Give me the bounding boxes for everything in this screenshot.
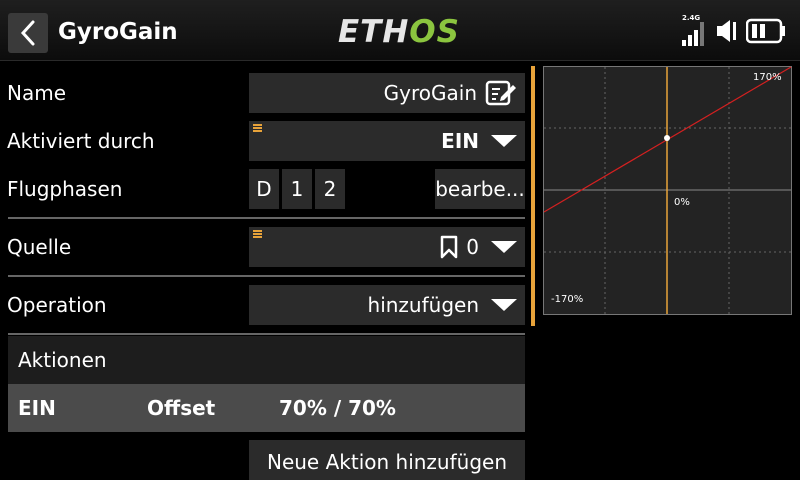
divider xyxy=(8,333,525,335)
actions-header: Aktionen xyxy=(8,336,525,384)
flight-modes-edit-button[interactable]: bearbe... xyxy=(435,169,525,209)
assigned-marker-icon xyxy=(253,124,262,132)
activated-by-dropdown[interactable]: EIN xyxy=(249,121,525,161)
curve-graph: 170% 0% -170% xyxy=(543,66,792,315)
assigned-marker-icon xyxy=(253,230,262,238)
status-area: 2.4G xyxy=(682,14,786,46)
battery-icon xyxy=(746,18,785,44)
graph-min-label: -170% xyxy=(551,294,584,305)
dropdown-arrow-icon xyxy=(491,135,517,147)
chevron-left-icon xyxy=(20,20,35,46)
curve-graph-svg xyxy=(543,66,792,315)
ethos-logo: ETHOS xyxy=(338,14,460,50)
signal-band-label: 2.4G xyxy=(682,14,701,22)
dropdown-arrow-icon xyxy=(491,241,517,253)
activated-by-label: Aktiviert durch xyxy=(7,129,155,153)
flight-mode-1[interactable]: 1 xyxy=(282,169,312,209)
flight-mode-2[interactable]: 2 xyxy=(315,169,345,209)
panel-divider xyxy=(531,66,535,326)
bookmark-icon xyxy=(441,235,458,259)
activated-by-value: EIN xyxy=(441,129,479,153)
graph-max-label: 170% xyxy=(753,72,782,83)
name-value: GyroGain xyxy=(383,81,477,105)
back-button[interactable] xyxy=(8,13,48,53)
page-title: GyroGain xyxy=(58,19,178,45)
source-value: 0 xyxy=(466,235,479,259)
divider xyxy=(8,217,525,219)
header-bar: GyroGain ETHOS 2.4G xyxy=(0,0,800,61)
graph-zero-label: 0% xyxy=(674,197,690,208)
divider xyxy=(8,275,525,277)
operation-dropdown[interactable]: hinzufügen xyxy=(249,285,525,325)
graph-cursor-point xyxy=(664,135,670,141)
operation-value: hinzufügen xyxy=(367,293,479,317)
action-trigger: EIN xyxy=(18,396,56,420)
operation-label: Operation xyxy=(7,293,107,317)
edit-icon xyxy=(485,80,516,106)
signal-strength-icon: 2.4G xyxy=(682,14,710,46)
source-dropdown[interactable]: 0 xyxy=(249,227,525,267)
action-row[interactable]: EIN Offset 70% / 70% xyxy=(8,384,525,432)
speaker-icon xyxy=(717,20,736,42)
flight-modes-label: Flugphasen xyxy=(7,177,123,201)
action-type: Offset xyxy=(147,396,216,420)
flight-mode-d[interactable]: D xyxy=(249,169,279,209)
action-value: 70% / 70% xyxy=(279,396,396,420)
name-label: Name xyxy=(7,81,67,105)
name-field[interactable]: GyroGain xyxy=(249,73,525,113)
source-label: Quelle xyxy=(7,235,72,259)
add-action-button[interactable]: Neue Aktion hinzufügen xyxy=(249,440,525,480)
dropdown-arrow-icon xyxy=(491,299,517,311)
flight-modes-edit-label: bearbe... xyxy=(435,177,525,201)
